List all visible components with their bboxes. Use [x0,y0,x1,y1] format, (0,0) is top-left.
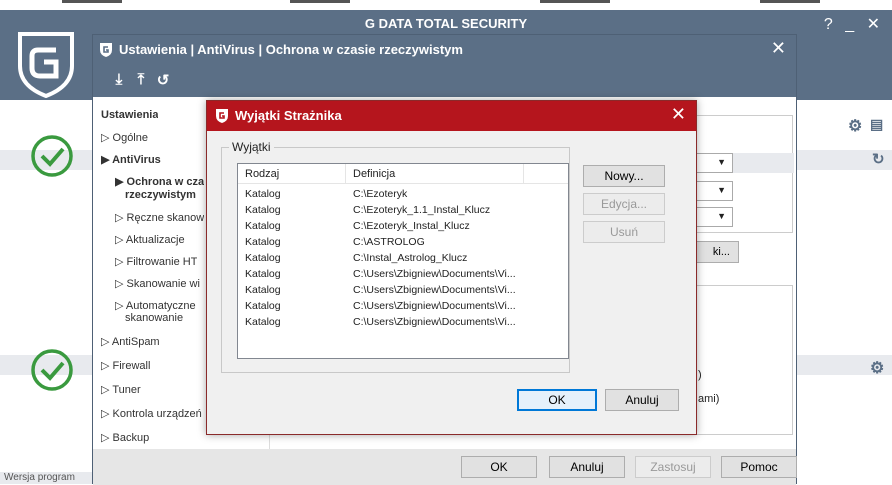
row-type: Katalog [245,316,281,328]
delete-exception-button[interactable]: Usuń [583,221,665,243]
settings-help-button[interactable]: Pomoc [721,456,797,478]
settings-fragment-text-1: ) [698,369,702,381]
row-type: Katalog [245,252,281,264]
top-strip [0,0,892,10]
export-icon[interactable]: ⤒ [133,71,149,89]
settings-title: Ustawienia | AntiVirus | Ochrona w czasi… [119,42,463,57]
row-definition: C:\Users\Zbigniew\Documents\Vi... [353,316,516,328]
exceptions-dialog: Wyjątki Strażnika ✕ Wyjątki Rodzaj Defin… [206,100,697,435]
row-type: Katalog [245,220,281,232]
row-definition: C:\ASTROLOG [353,236,425,248]
settings-fragment-text-2: ami) [698,393,720,405]
row-definition: C:\Ezoteryk_1.1_Instal_Klucz [353,204,491,216]
nav-item[interactable]: ▷ Automatyczne [115,299,196,312]
list-item[interactable]: Katalog C:\ASTROLOG [238,234,568,250]
exceptions-close-button[interactable]: ✕ [671,104,686,125]
nav-item[interactable]: rzeczywistym [125,189,196,201]
nav-item[interactable]: ▷ Ręczne skanow [115,211,204,224]
nav-item[interactable]: Ustawienia [101,109,158,121]
settings-ok-button[interactable]: OK [461,456,537,478]
status-ok-check-icon-2 [31,349,73,391]
nav-item[interactable]: ▷ Ogólne [101,131,148,144]
status-ok-check-icon [31,135,73,177]
row-definition: C:\Users\Zbigniew\Documents\Vi... [353,268,516,280]
row-definition: C:\Ezoteryk [353,188,408,200]
list-item[interactable]: Katalog C:\Users\Zbigniew\Documents\Vi... [238,298,568,314]
exceptions-group-label: Wyjątki [229,140,274,154]
list-header: Rodzaj Definicja [238,164,568,184]
settings-apply-button[interactable]: Zastosuj [635,456,711,478]
exceptions-title: Wyjątki Strażnika [235,108,342,123]
settings-footer: OK Anuluj Zastosuj Pomoc [93,449,797,485]
list-item[interactable]: Katalog C:\Users\Zbigniew\Documents\Vi... [238,282,568,298]
clipboard-icon[interactable]: ▤ [870,116,883,133]
settings-title-bar: Ustawienia | AntiVirus | Ochrona w czasi… [93,35,796,65]
nav-item[interactable]: ▶ AntiVirus [101,153,161,166]
row-definition: C:\Ezoteryk_Instal_Klucz [353,220,470,232]
row-definition: C:\Users\Zbigniew\Documents\Vi... [353,300,516,312]
list-item[interactable]: Katalog C:\Ezoteryk_Instal_Klucz [238,218,568,234]
exceptions-ok-button[interactable]: OK [517,389,597,411]
list-item[interactable]: Katalog C:\Users\Zbigniew\Documents\Vi... [238,314,568,330]
row-definition: C:\Instal_Astrolog_Klucz [353,252,468,264]
settings-toolbar: ⤓ ⤒ ↺ [93,65,796,97]
row-type: Katalog [245,188,281,200]
list-item[interactable]: Katalog C:\Users\Zbigniew\Documents\Vi... [238,266,568,282]
row-type: Katalog [245,300,281,312]
nav-item[interactable]: ▷ Backup [101,431,149,444]
list-item[interactable]: Katalog C:\Instal_Astrolog_Klucz [238,250,568,266]
row-definition: C:\Users\Zbigniew\Documents\Vi... [353,284,516,296]
column-header-type[interactable]: Rodzaj [238,164,346,184]
list-item[interactable]: Katalog C:\Ezoteryk_1.1_Instal_Klucz [238,202,568,218]
gdata-logo-icon [18,32,74,98]
exceptions-list[interactable]: Rodzaj Definicja Katalog C:\Ezoteryk Katal… [237,163,569,359]
edit-exception-button[interactable]: Edycja... [583,193,665,215]
row-type: Katalog [245,204,281,216]
nav-item[interactable]: ▷ Firewall [101,359,150,372]
settings-cancel-button[interactable]: Anuluj [549,456,625,478]
settings-close-button[interactable]: ✕ [771,38,786,59]
exceptions-cancel-button[interactable]: Anuluj [605,389,679,411]
gdata-small-icon [100,43,112,57]
nav-item[interactable]: ▷ Filtrowanie HT [115,255,197,268]
nav-item[interactable]: ▷ AntiSpam [101,335,160,348]
gdata-small-icon [216,109,228,123]
row-type: Katalog [245,284,281,296]
exceptions-title-bar: Wyjątki Strażnika ✕ [207,101,696,131]
nav-item[interactable]: skanowanie [125,312,183,324]
gear-icon-2[interactable]: ⚙ [870,358,884,378]
nav-item[interactable]: ▷ Kontrola urządzeń [101,407,202,420]
nav-item[interactable]: ▶ Ochrona w cza [115,175,204,188]
gear-icon[interactable]: ⚙ [848,116,862,136]
status-bar: Wersja program [0,472,92,484]
refresh-icon[interactable]: ↻ [872,150,885,168]
app-title: G DATA TOTAL SECURITY [364,16,528,31]
list-item[interactable]: Katalog C:\Ezoteryk [238,186,568,202]
reset-icon[interactable]: ↺ [155,71,171,89]
nav-item[interactable]: ▷ Aktualizacje [115,233,185,246]
import-icon[interactable]: ⤓ [111,71,127,89]
column-header-definition[interactable]: Definicja [346,164,524,184]
new-exception-button[interactable]: Nowy... [583,165,665,187]
window-controls[interactable]: ? _ ✕ [824,14,884,34]
row-type: Katalog [245,268,281,280]
nav-item[interactable]: ▷ Skanowanie wi [115,277,200,290]
nav-item[interactable]: ▷ Tuner [101,383,141,396]
row-type: Katalog [245,236,281,248]
